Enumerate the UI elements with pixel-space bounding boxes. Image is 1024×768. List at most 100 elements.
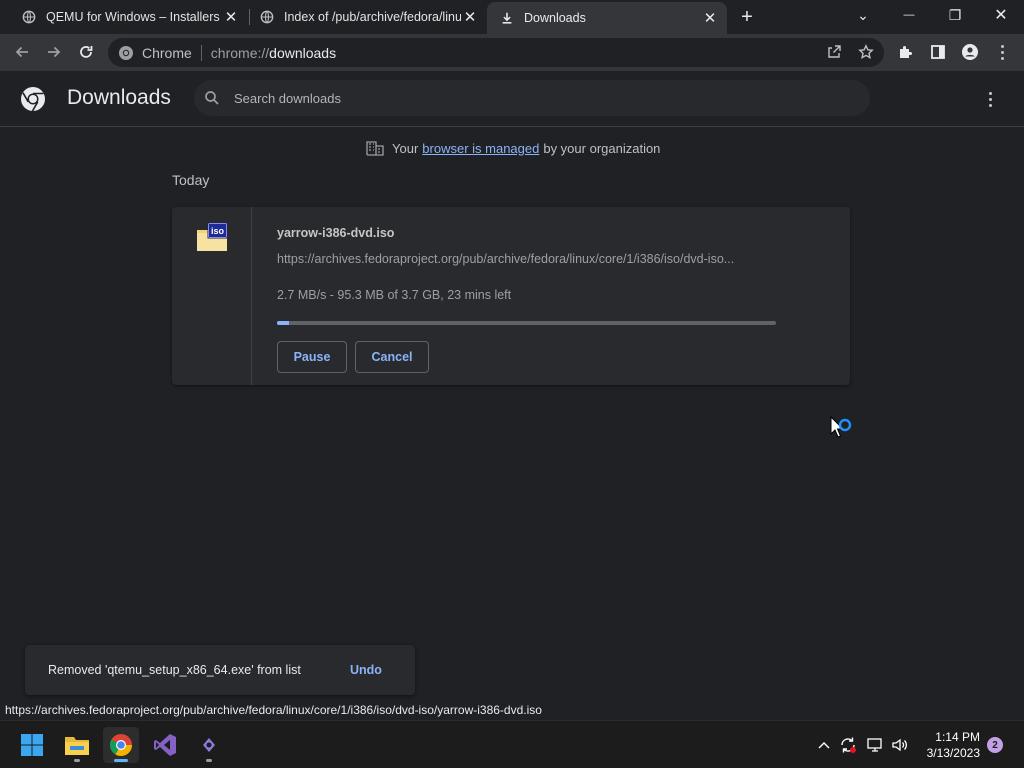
taskbar-qemu[interactable]	[191, 727, 227, 763]
tab-qemu[interactable]: QEMU for Windows – Installers (64 bit) ✕	[8, 0, 248, 34]
notification-badge[interactable]: 2	[987, 737, 1003, 753]
tab-title: QEMU for Windows – Installers (64 bit)	[46, 10, 222, 24]
start-button[interactable]	[14, 727, 50, 763]
close-icon: ✕	[994, 7, 1008, 24]
tab-strip: QEMU for Windows – Installers (64 bit) ✕…	[0, 0, 1024, 34]
back-button[interactable]	[8, 38, 36, 66]
arrow-right-icon	[48, 46, 61, 58]
address-bar[interactable]: Chrome chrome://downloads	[108, 38, 884, 67]
share-icon	[828, 45, 841, 58]
browser-managed-link[interactable]: browser is managed	[422, 141, 539, 156]
tab-title: Downloads	[524, 11, 586, 25]
forward-button[interactable]	[40, 38, 68, 66]
restore-button[interactable]: ❐	[932, 0, 978, 30]
undo-button[interactable]: Undo	[350, 663, 382, 677]
toast-message: Removed 'qtemu_setup_x86_64.exe' from li…	[48, 663, 301, 677]
page-title: Downloads	[67, 86, 171, 109]
windows-taskbar: 1:14 PM 3/13/2023 2	[0, 720, 1024, 768]
speaker-icon	[892, 738, 907, 752]
bookmark-button[interactable]	[852, 38, 880, 66]
chrome-app-icon	[110, 734, 132, 756]
tray-sync[interactable]	[838, 735, 858, 755]
taskbar-clock[interactable]: 1:14 PM 3/13/2023	[920, 729, 980, 761]
clock-time: 1:14 PM	[935, 730, 980, 744]
search-icon	[205, 91, 219, 105]
qemu-icon	[203, 738, 215, 752]
minimize-button[interactable]: —	[886, 0, 932, 30]
iso-file-icon: iso	[197, 222, 228, 251]
cancel-button[interactable]: Cancel	[355, 341, 429, 373]
windows-logo-icon	[21, 734, 43, 756]
downloads-menu-icon[interactable]	[980, 88, 1000, 110]
busy-cursor-icon	[830, 416, 852, 438]
taskbar-visual-studio[interactable]	[147, 727, 183, 763]
browser-toolbar: Chrome chrome://downloads	[0, 34, 1024, 71]
profile-icon	[962, 44, 978, 60]
download-progress-bar	[277, 321, 776, 325]
taskbar-file-explorer[interactable]	[59, 727, 95, 763]
iso-label: iso	[211, 226, 225, 236]
globe-icon	[22, 10, 36, 24]
tray-network[interactable]	[865, 735, 885, 755]
managed-suffix: by your organization	[543, 140, 661, 156]
visual-studio-icon	[154, 734, 176, 756]
tab-title: Index of /pub/archive/fedora/linux/core/…	[284, 10, 461, 24]
status-bar-url: https://archives.fedoraproject.org/pub/a…	[0, 701, 547, 719]
managed-notice: Your browser is managed by your organiza…	[366, 140, 660, 156]
tab-close-icon[interactable]: ✕	[701, 9, 719, 27]
close-window-button[interactable]: ✕	[978, 0, 1024, 30]
tray-overflow-button[interactable]	[814, 735, 834, 755]
clock-date: 3/13/2023	[926, 746, 980, 760]
running-indicator	[206, 759, 212, 762]
download-file-name[interactable]: yarrow-i386-dvd.iso	[277, 226, 394, 240]
reload-button[interactable]	[72, 38, 100, 66]
file-icon-area: iso	[172, 207, 252, 385]
chrome-icon	[119, 45, 133, 60]
pause-button[interactable]: Pause	[277, 341, 347, 373]
kebab-menu-icon	[992, 41, 1012, 63]
tab-index-of[interactable]: Index of /pub/archive/fedora/linux/core/…	[250, 0, 487, 34]
tab-close-icon[interactable]: ✕	[461, 8, 479, 26]
url-scheme: chrome://	[210, 44, 270, 61]
network-icon	[867, 738, 882, 752]
search-downloads-box[interactable]	[194, 80, 870, 116]
tab-downloads[interactable]: Downloads ✕	[487, 2, 727, 34]
reload-icon	[80, 46, 93, 58]
minimize-icon: —	[903, 9, 915, 21]
search-input[interactable]	[234, 90, 834, 106]
globe-icon	[260, 10, 274, 24]
url-host: downloads	[269, 44, 337, 61]
new-tab-button[interactable]: +	[727, 2, 767, 32]
date-section-label: Today	[172, 172, 210, 188]
taskbar-chrome[interactable]	[103, 727, 139, 763]
sync-icon	[841, 737, 856, 753]
removed-toast: Removed 'qtemu_setup_x86_64.exe' from li…	[25, 645, 415, 695]
tab-close-icon[interactable]: ✕	[222, 8, 240, 26]
chrome-logo-icon	[21, 87, 45, 112]
tray-volume[interactable]	[890, 735, 910, 755]
download-progress-fill	[277, 321, 290, 325]
side-panel-button[interactable]	[924, 38, 952, 66]
puzzle-icon	[900, 46, 912, 58]
running-indicator	[74, 759, 80, 762]
share-button[interactable]	[820, 38, 848, 66]
running-indicator	[114, 759, 128, 762]
building-icon	[366, 141, 384, 156]
omnibox-divider	[200, 44, 202, 61]
chevron-up-icon	[818, 742, 830, 749]
tab-search-button[interactable]: ⌄	[840, 0, 886, 30]
downloads-header: Downloads	[0, 71, 1024, 127]
chrome-menu-button[interactable]	[988, 38, 1016, 66]
extensions-button[interactable]	[892, 38, 920, 66]
managed-prefix: Your	[392, 140, 419, 156]
download-progress-text: 2.7 MB/s - 95.3 MB of 3.7 GB, 23 mins le…	[277, 288, 512, 302]
star-icon	[858, 44, 874, 59]
plus-icon: +	[741, 5, 753, 28]
profile-button[interactable]	[956, 38, 984, 66]
restore-icon: ❐	[948, 6, 962, 23]
side-panel-icon	[931, 45, 945, 59]
download-source-url[interactable]: https://archives.fedoraproject.org/pub/a…	[277, 252, 777, 266]
download-item-card: iso yarrow-i386-dvd.iso https://archives…	[172, 207, 850, 385]
site-label: Chrome	[142, 44, 192, 61]
folder-icon	[65, 737, 89, 755]
